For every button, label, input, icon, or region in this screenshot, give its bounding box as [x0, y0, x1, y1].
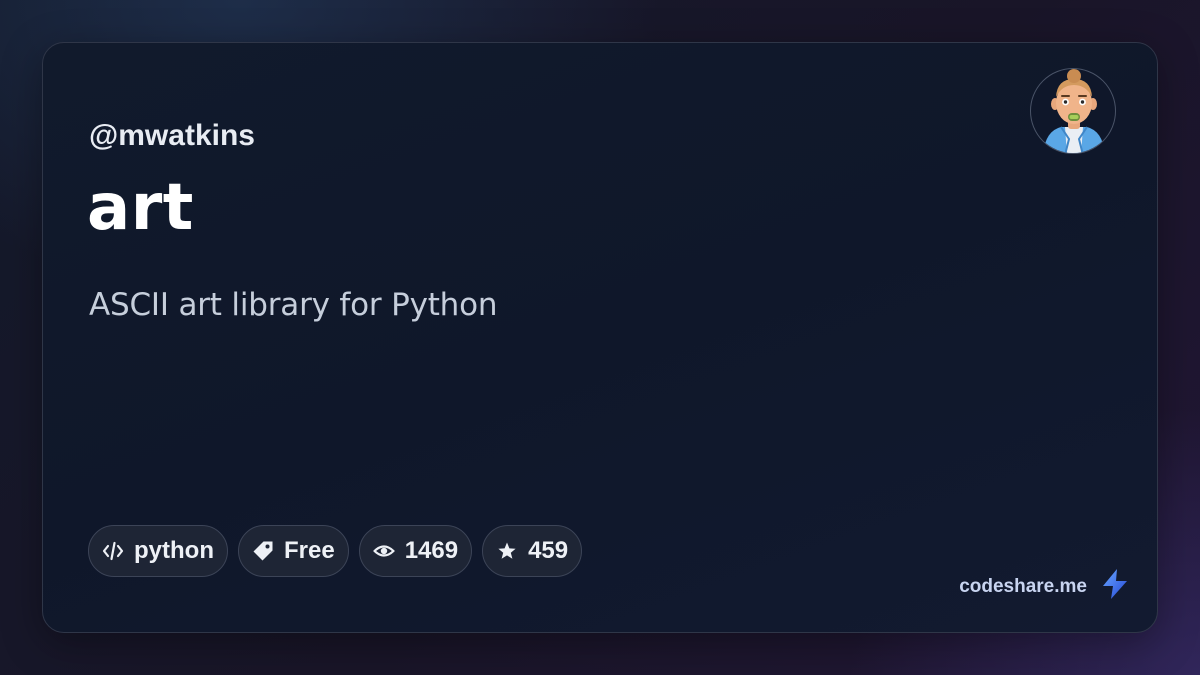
tag-price[interactable]: Free [237, 525, 349, 577]
tag-list: python Free 1469 459 [88, 525, 583, 577]
code-icon [102, 540, 124, 562]
tag-views[interactable]: 1469 [358, 525, 473, 577]
project-description: ASCII art library for Python [89, 287, 498, 323]
brand[interactable]: codeshare.me [959, 569, 1129, 604]
avatar-icon [1043, 69, 1105, 153]
brand-text: codeshare.me [959, 575, 1087, 597]
tag-language-label: python [134, 537, 214, 564]
bolt-icon [1101, 569, 1129, 604]
star-icon [496, 540, 518, 562]
project-card: @mwatkins art ASCII art library for Pyth… [42, 42, 1158, 633]
tag-price-label: Free [283, 537, 335, 564]
username[interactable]: @mwatkins [89, 119, 255, 153]
tag-icon [252, 540, 274, 562]
tag-stars[interactable]: 459 [482, 525, 583, 577]
project-title: art [87, 171, 194, 245]
tag-views-label: 1469 [404, 537, 459, 564]
tag-language[interactable]: python [88, 525, 228, 577]
eye-icon [373, 540, 395, 562]
tag-stars-label: 459 [528, 537, 569, 564]
avatar[interactable] [1030, 68, 1116, 154]
